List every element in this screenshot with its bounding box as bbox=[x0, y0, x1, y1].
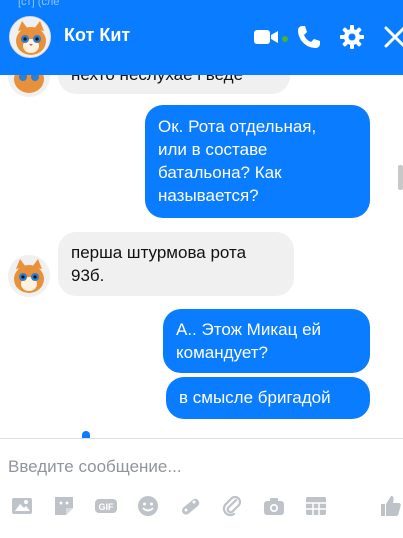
chat-header: [ст] (сле Кот Кит bbox=[0, 0, 403, 75]
contact-avatar-small bbox=[8, 75, 50, 97]
message-bubble-outgoing[interactable]: Ок. Рота отдельная, или в составе баталь… bbox=[145, 105, 370, 218]
sticker-icon[interactable] bbox=[51, 493, 77, 519]
typing-indicator bbox=[82, 431, 90, 438]
image-icon[interactable] bbox=[9, 493, 35, 519]
message-bubble-incoming[interactable]: нехто неслухае і веде bbox=[58, 75, 290, 94]
table-icon[interactable] bbox=[303, 493, 329, 519]
gear-icon[interactable] bbox=[337, 22, 367, 52]
phone-icon[interactable] bbox=[294, 22, 324, 52]
gif-icon[interactable]: GIF bbox=[93, 493, 119, 519]
message-bubble-outgoing[interactable]: А.. Этож Микац ей командует? bbox=[163, 309, 370, 373]
like-icon[interactable] bbox=[377, 493, 403, 519]
message-bubble-outgoing[interactable]: в смысле бригадой bbox=[166, 377, 370, 419]
emoji-icon[interactable] bbox=[135, 493, 161, 519]
close-icon[interactable] bbox=[380, 22, 403, 52]
contact-name[interactable]: Кот Кит bbox=[64, 25, 130, 46]
contact-avatar-small bbox=[8, 255, 50, 297]
video-call-icon[interactable] bbox=[251, 22, 281, 52]
message-list[interactable]: нехто неслухае і веде Ок. Рота отдельная… bbox=[0, 75, 403, 438]
message-input[interactable] bbox=[0, 447, 395, 487]
message-scrollbar[interactable] bbox=[398, 165, 403, 190]
camera-icon[interactable] bbox=[261, 493, 287, 519]
game-icon[interactable] bbox=[177, 493, 203, 519]
composer: GIF bbox=[0, 438, 403, 538]
contact-avatar[interactable] bbox=[9, 16, 51, 58]
online-status-dot bbox=[282, 36, 288, 42]
attachment-icon[interactable] bbox=[219, 493, 245, 519]
clipped-header-text: [ст] (сле bbox=[18, 0, 60, 8]
svg-text:GIF: GIF bbox=[99, 502, 115, 512]
message-bubble-incoming[interactable]: перша штурмова рота 93б. bbox=[58, 232, 294, 296]
